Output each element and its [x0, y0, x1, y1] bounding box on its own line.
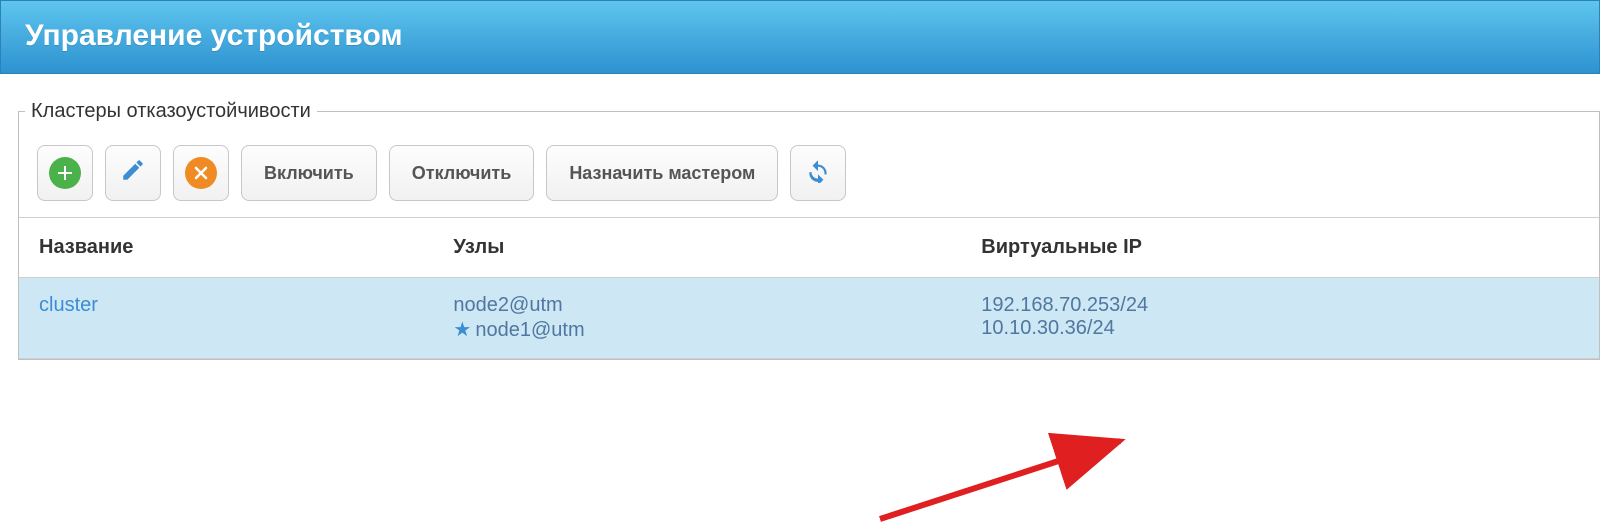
fieldset-legend: Кластеры отказоустойчивости [25, 100, 317, 123]
x-icon [185, 157, 217, 189]
col-vips[interactable]: Виртуальные IP [961, 218, 1599, 278]
star-icon: ★ [453, 319, 471, 341]
cluster-name[interactable]: cluster [19, 278, 433, 359]
pencil-icon [120, 157, 146, 190]
cluster-nodes: node2@utm ★node1@utm [433, 278, 961, 359]
assign-master-button[interactable]: Назначить мастером [546, 145, 778, 201]
refresh-button[interactable] [790, 145, 846, 201]
disable-button[interactable]: Отключить [389, 145, 535, 201]
enable-button[interactable]: Включить [241, 145, 377, 201]
vip-entry: 10.10.30.36/24 [981, 317, 1579, 340]
col-nodes[interactable]: Узлы [433, 218, 961, 278]
table-row[interactable]: cluster node2@utm ★node1@utm 192.168.70.… [19, 278, 1599, 359]
toolbar: Включить Отключить Назначить мастером [19, 141, 1599, 217]
node-entry-master: ★node1@utm [453, 317, 941, 342]
page-title: Управление устройством [0, 0, 1600, 74]
node-entry: node2@utm [453, 294, 941, 317]
node-label: node1@utm [475, 319, 584, 341]
vip-entry: 192.168.70.253/24 [981, 294, 1579, 317]
arrow-annotation [870, 429, 1150, 529]
col-name[interactable]: Название [19, 218, 433, 278]
delete-button[interactable] [173, 145, 229, 201]
add-button[interactable] [37, 145, 93, 201]
plus-icon [49, 157, 81, 189]
refresh-icon [805, 157, 831, 190]
failover-clusters-fieldset: Кластеры отказоустойчивости Включить Отк… [18, 100, 1600, 360]
clusters-table: Название Узлы Виртуальные IP cluster nod… [19, 217, 1599, 359]
cluster-vips: 192.168.70.253/24 10.10.30.36/24 [961, 278, 1599, 359]
edit-button[interactable] [105, 145, 161, 201]
